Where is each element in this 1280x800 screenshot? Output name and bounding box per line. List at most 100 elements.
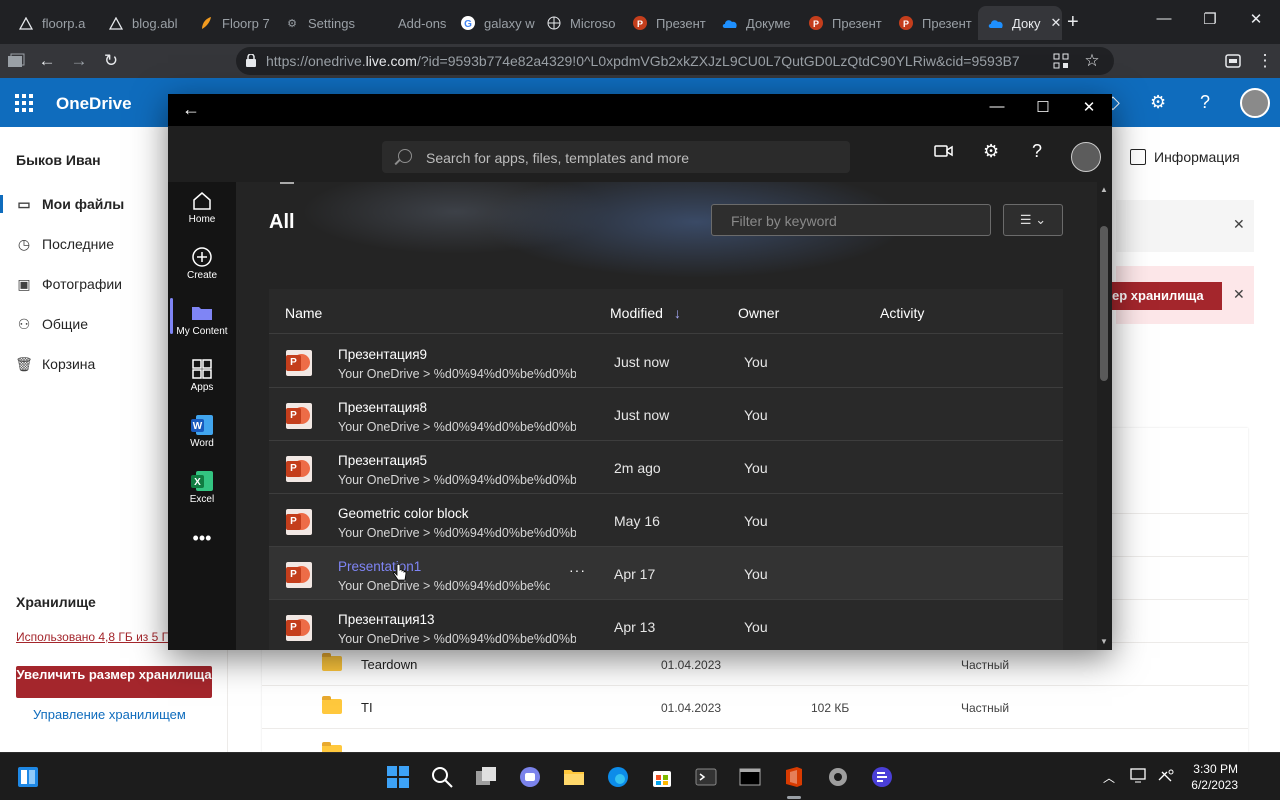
minimize-icon[interactable]: —	[982, 98, 1012, 115]
maximize-icon[interactable]: ☐	[1028, 98, 1058, 116]
column-owner[interactable]: Owner	[738, 305, 779, 321]
column-modified[interactable]: Modified	[610, 305, 663, 321]
tray-overflow-chevron-icon[interactable]: ︿	[1103, 769, 1115, 786]
command-prompt-icon[interactable]	[738, 765, 762, 789]
dismiss-warning-icon[interactable]: ✕	[1233, 286, 1245, 303]
manage-storage-link[interactable]: Управление хранилищем	[33, 707, 186, 722]
forward-icon[interactable]: →	[66, 49, 92, 73]
file-row[interactable]: Geometric color block Your OneDrive > %d…	[269, 494, 1063, 547]
minimize-icon[interactable]: —	[1144, 10, 1184, 27]
file-row[interactable]: Презентация8 Your OneDrive > %d0%94%d0%b…	[269, 388, 1063, 441]
tab-documents-active[interactable]: Доку ✕	[978, 6, 1062, 40]
qr-code-icon[interactable]	[1048, 49, 1074, 73]
search-icon[interactable]	[430, 765, 454, 789]
network-icon[interactable]	[1157, 768, 1175, 787]
bookmark-star-icon[interactable]: ☆	[1079, 49, 1105, 73]
sidebar-toggle-icon[interactable]	[3, 49, 29, 73]
column-name[interactable]: Name	[285, 305, 322, 321]
column-activity[interactable]: Activity	[880, 305, 924, 321]
app-launcher-icon[interactable]	[15, 94, 33, 112]
menu-kebab-icon[interactable]: ⋮	[1252, 49, 1278, 73]
address-bar[interactable]: https://onedrive.live.com/?id=9593b774e8…	[236, 47, 1114, 75]
scroll-up-arrow-icon[interactable]: ▲	[1100, 185, 1108, 194]
filter-keyword-input[interactable]: Filter by keyword	[711, 204, 991, 236]
tab-presentation-3[interactable]: P Презент	[888, 6, 978, 40]
nav-my-files[interactable]: ▭ Мои файлы	[16, 193, 124, 215]
tab-floorp7[interactable]: Floorp 7	[188, 6, 274, 40]
help-icon[interactable]: ?	[1032, 141, 1042, 162]
microsoft-store-icon[interactable]	[650, 765, 674, 789]
file-row[interactable]: Презентация5 Your OneDrive > %d0%94%d0%b…	[269, 441, 1063, 494]
widgets-icon[interactable]	[16, 765, 40, 789]
help-icon[interactable]: ?	[1200, 92, 1210, 113]
windows-start-icon[interactable]	[386, 765, 410, 789]
scrollbar-thumb[interactable]	[1100, 226, 1108, 381]
restore-icon[interactable]: ❐	[1190, 10, 1230, 28]
rail-excel[interactable]: X Excel	[168, 468, 236, 505]
tab-presentation-1[interactable]: P Презент	[622, 6, 712, 40]
vertical-scrollbar[interactable]: ▲ ▼	[1097, 182, 1112, 650]
reader-icon[interactable]	[1220, 49, 1246, 73]
table-row[interactable]: TI 01.04.2023 102 КБ Частный	[262, 686, 1248, 729]
system-clock[interactable]: 3:30 PM 6/2/2023	[1188, 761, 1238, 793]
dismiss-banner-icon[interactable]: ✕	[1233, 216, 1245, 233]
scroll-down-arrow-icon[interactable]: ▼	[1100, 637, 1108, 646]
close-icon[interactable]: ✕	[1074, 98, 1104, 116]
close-window-icon[interactable]: ✕	[1236, 10, 1276, 28]
edge-browser-icon[interactable]	[606, 765, 630, 789]
settings-gear-icon[interactable]: ⚙	[983, 141, 999, 162]
tab-google[interactable]: Ggalaxy w	[450, 6, 536, 40]
rail-apps[interactable]: Apps	[168, 356, 236, 393]
upgrade-storage-button[interactable]: Увеличить размер хранилища	[16, 666, 212, 698]
task-view-icon[interactable]	[474, 765, 498, 789]
more-options-icon[interactable]: ···	[569, 562, 586, 578]
settings-icon[interactable]	[826, 765, 850, 789]
filter-menu-button[interactable]: ☰ ⌄	[1003, 204, 1063, 236]
account-avatar[interactable]	[1240, 88, 1270, 118]
settings-gear-icon[interactable]: ⚙	[1150, 92, 1166, 113]
tab-addons[interactable]: Add-ons	[364, 6, 450, 40]
folder-name[interactable]: TI	[361, 700, 373, 715]
display-icon[interactable]	[1130, 767, 1148, 786]
storage-warning-button[interactable]: ер хранилища	[1106, 282, 1222, 310]
tab-documents-1[interactable]: Докуме	[712, 6, 798, 40]
close-tab-icon[interactable]: ✕	[1051, 15, 1062, 31]
nav-shared[interactable]: ⚇ Общие	[16, 313, 88, 335]
meet-camera-icon[interactable]	[934, 142, 954, 163]
rail-create[interactable]: Create	[168, 244, 236, 281]
tab-floorp[interactable]: floorp.a	[8, 6, 98, 40]
tab-blog[interactable]: blog.abl	[98, 6, 188, 40]
storage-used-link[interactable]: Использовано 4,8 ГБ из 5 ГБ	[16, 630, 176, 644]
file-row[interactable]: Презентация13 Your OneDrive > %d0%94%d0%…	[269, 600, 1063, 650]
file-name[interactable]: Geometric color block	[338, 506, 469, 521]
file-name[interactable]: Презентация9	[338, 347, 427, 362]
tab-microsoft[interactable]: Microso	[536, 6, 622, 40]
tab-presentation-2[interactable]: P Презент	[798, 6, 888, 40]
teams-chat-icon[interactable]	[518, 765, 542, 789]
file-explorer-icon[interactable]	[562, 765, 586, 789]
nav-photos[interactable]: ▣ Фотографии	[16, 273, 122, 295]
back-arrow-icon[interactable]: ←	[182, 99, 200, 120]
url-text[interactable]: https://onedrive.live.com/?id=9593b774e8…	[266, 53, 1036, 69]
back-icon[interactable]: ←	[34, 49, 60, 73]
info-pane-button[interactable]: Информация	[1130, 149, 1240, 165]
reload-icon[interactable]: ↻	[98, 49, 124, 73]
office-app-icon[interactable]	[782, 765, 806, 789]
file-row[interactable]: Презентация9 Your OneDrive > %d0%94%d0%b…	[269, 335, 1063, 388]
rail-my-content[interactable]: My Content	[168, 300, 236, 337]
file-row-hovered[interactable]: Presentation1 Your OneDrive > %d0%94%d0%…	[269, 547, 1063, 600]
tab-settings[interactable]: ⚙ Settings	[274, 6, 364, 40]
more-apps-icon[interactable]: •••	[168, 528, 236, 549]
rail-word[interactable]: W Word	[168, 412, 236, 449]
nav-recycle-bin[interactable]: 🗑 Корзина	[15, 353, 95, 375]
search-input[interactable]: Search for apps, files, templates and mo…	[382, 141, 850, 173]
app-title[interactable]: OneDrive	[56, 94, 132, 114]
new-tab-button[interactable]: +	[1067, 11, 1079, 33]
folder-name[interactable]: Teardown	[361, 657, 417, 672]
nav-recent[interactable]: ◷ Последние	[16, 233, 114, 255]
file-name[interactable]: Презентация13	[338, 612, 435, 627]
file-name[interactable]: Презентация5	[338, 453, 427, 468]
file-name[interactable]: Презентация8	[338, 400, 427, 415]
rail-home[interactable]: Home	[168, 188, 236, 225]
terminal-icon[interactable]	[694, 765, 718, 789]
